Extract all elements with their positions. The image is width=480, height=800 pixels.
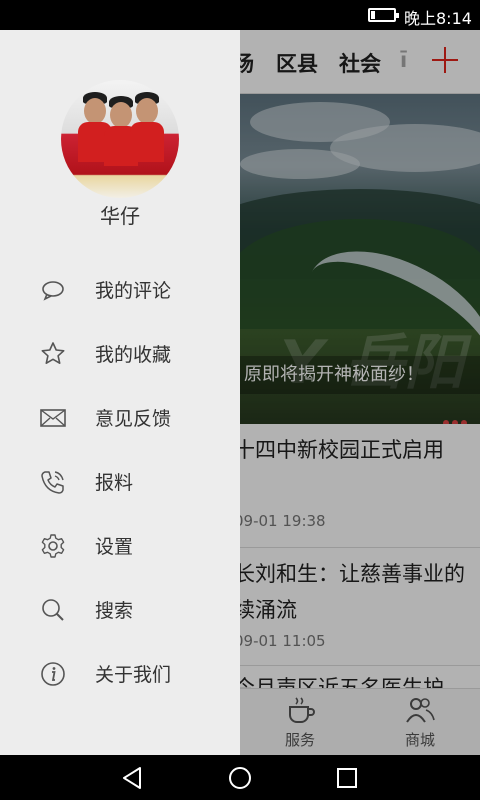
info-icon (41, 662, 65, 686)
menu-label: 关于我们 (95, 664, 172, 686)
menu-my-comments[interactable]: 我的评论 (0, 261, 240, 317)
menu-label: 意见反馈 (95, 408, 172, 430)
menu-label: 我的评论 (95, 280, 172, 302)
avatar[interactable] (61, 80, 179, 198)
menu-report-tip[interactable]: 报料 (0, 453, 240, 509)
navigation-drawer: 华仔 我的评论 我的收藏 意见反馈 报料 设置 搜索 关于我们 (0, 30, 240, 755)
menu-search[interactable]: 搜索 (0, 581, 240, 637)
menu-label: 报料 (95, 472, 134, 494)
phone-icon (41, 471, 64, 494)
system-nav-bar (0, 755, 480, 800)
username[interactable]: 华仔 (0, 200, 240, 229)
recents-icon[interactable] (334, 765, 360, 791)
menu-feedback[interactable]: 意见反馈 (0, 389, 240, 445)
star-icon (41, 342, 65, 364)
mail-icon (40, 409, 66, 427)
home-icon[interactable] (227, 765, 253, 791)
comment-icon (42, 281, 64, 301)
menu-settings[interactable]: 设置 (0, 517, 240, 573)
menu-label: 搜索 (95, 600, 134, 622)
menu-label: 我的收藏 (95, 344, 172, 366)
menu-label: 设置 (95, 536, 134, 558)
back-icon[interactable] (120, 765, 146, 791)
search-icon (42, 599, 64, 621)
battery-icon (368, 8, 399, 22)
status-bar: 晚上8:14 (0, 0, 480, 30)
menu-about-us[interactable]: 关于我们 (0, 645, 240, 701)
gear-icon (41, 534, 65, 558)
status-time: 晚上8:14 (404, 9, 472, 28)
menu-my-favorites[interactable]: 我的收藏 (0, 325, 240, 381)
